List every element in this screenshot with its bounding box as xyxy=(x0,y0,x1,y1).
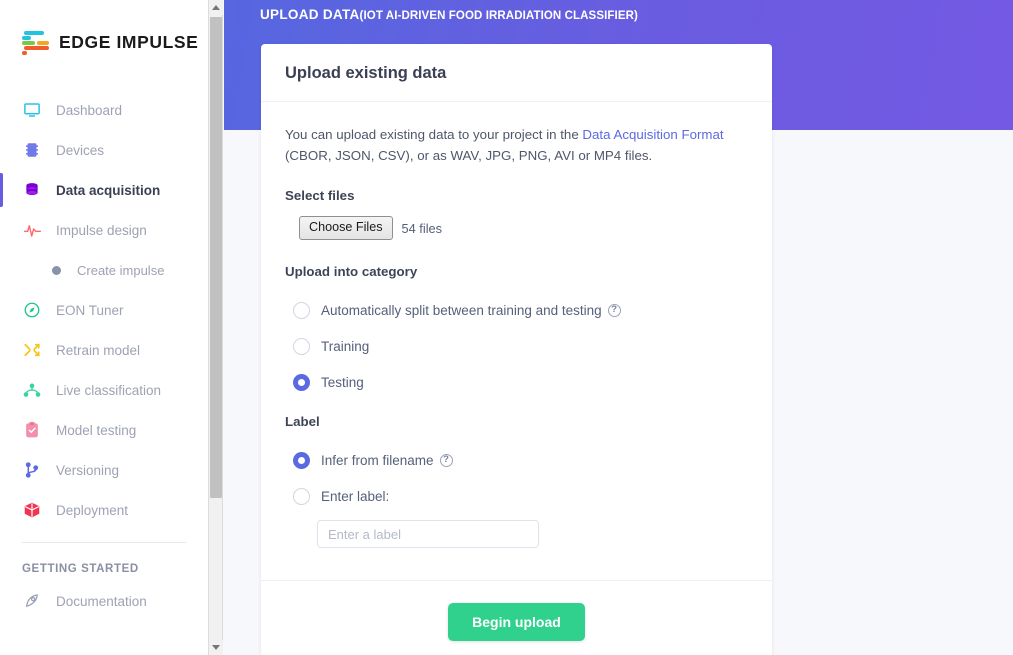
shuffle-icon xyxy=(22,340,42,360)
sidebar-item-versioning[interactable]: Versioning xyxy=(0,450,208,490)
sidebar-item-label: EON Tuner xyxy=(56,302,124,318)
monitor-icon xyxy=(22,100,42,120)
radio-row-infer-from-filename[interactable]: Infer from filename ? xyxy=(293,442,748,478)
compass-icon xyxy=(22,300,42,320)
upload-into-category-label: Upload into category xyxy=(285,264,418,279)
page-title-project: (IOT AI-DRIVEN FOOD IRRADIATION CLASSIFI… xyxy=(359,10,638,22)
sidebar-item-label: Versioning xyxy=(56,462,120,478)
sidebar-item-label: Live classification xyxy=(56,382,162,398)
sidebar-nav: Dashboard Devices Data acquisition Impul… xyxy=(0,90,208,621)
radio-label-auto-split: Automatically split between training and… xyxy=(321,303,621,318)
card-body: You can upload existing data to your pro… xyxy=(261,102,772,558)
app-root: EDGE IMPULSE Dashboard Devices Data acqu… xyxy=(0,0,1013,655)
network-icon xyxy=(22,380,42,400)
radio-training[interactable] xyxy=(293,337,310,355)
label-section-title: Label xyxy=(285,414,320,429)
chip-icon xyxy=(22,140,42,160)
page-title: UPLOAD DATA(IOT AI-DRIVEN FOOD IRRADIATI… xyxy=(224,0,1013,24)
radio-testing[interactable] xyxy=(293,373,310,391)
main-content: UPLOAD DATA(IOT AI-DRIVEN FOOD IRRADIATI… xyxy=(224,0,1013,655)
radio-text: Automatically split between training and… xyxy=(321,302,602,318)
intro-text-before: You can upload existing data to your pro… xyxy=(285,127,583,142)
sidebar-item-dashboard[interactable]: Dashboard xyxy=(0,90,208,130)
radio-label-testing: Testing xyxy=(321,375,364,390)
radio-text: Infer from filename xyxy=(321,452,434,468)
data-acquisition-format-link[interactable]: Data Acquisition Format xyxy=(582,127,723,142)
sidebar-item-label: Impulse design xyxy=(56,222,147,238)
box-icon xyxy=(22,500,42,520)
help-icon[interactable]: ? xyxy=(439,453,453,467)
sidebar-item-deployment[interactable]: Deployment xyxy=(0,490,208,530)
radio-label-enter-label: Enter label: xyxy=(321,489,389,504)
radio-row-enter-label[interactable]: Enter label: xyxy=(293,478,748,514)
help-icon[interactable]: ? xyxy=(607,303,621,317)
card-title: Upload existing data xyxy=(285,64,447,82)
radio-enter-label[interactable] xyxy=(293,487,310,505)
file-input-row: Choose Files 54 files xyxy=(299,216,748,240)
scrollbar-thumb[interactable] xyxy=(210,17,222,498)
radio-text: Training xyxy=(321,338,370,354)
sidebar-item-label: Data acquisition xyxy=(56,182,161,198)
intro-text-after: (CBOR, JSON, CSV), or as WAV, JPG, PNG, … xyxy=(285,148,653,163)
sidebar-item-impulse-design[interactable]: Impulse design xyxy=(0,210,208,250)
clipboard-check-icon xyxy=(22,420,42,440)
card-footer: Begin upload xyxy=(261,580,772,655)
radio-row-training[interactable]: Training xyxy=(293,328,748,364)
sidebar-item-label: Retrain model xyxy=(56,342,141,358)
choose-files-button[interactable]: Choose Files xyxy=(299,216,393,240)
sidebar-item-data-acquisition[interactable]: Data acquisition xyxy=(0,170,208,210)
radio-auto-split[interactable] xyxy=(293,301,310,319)
radio-row-auto-split[interactable]: Automatically split between training and… xyxy=(293,292,748,328)
label-input[interactable] xyxy=(317,520,539,548)
sidebar-subitem-label: Create impulse xyxy=(77,262,165,278)
sidebar-item-label: Dashboard xyxy=(56,102,123,118)
select-files-label: Select files xyxy=(285,188,355,203)
brand-logo[interactable]: EDGE IMPULSE xyxy=(0,0,208,60)
sidebar-section-title: GETTING STARTED xyxy=(22,563,139,575)
radio-text: Enter label: xyxy=(321,488,390,504)
selected-file-count: 54 files xyxy=(401,220,443,236)
sidebar-item-label: Deployment xyxy=(56,502,129,518)
pulse-icon xyxy=(22,220,42,240)
begin-upload-button[interactable]: Begin upload xyxy=(448,603,585,641)
page-title-text: UPLOAD DATA xyxy=(260,7,360,22)
sidebar-item-eon-tuner[interactable]: EON Tuner xyxy=(0,290,208,330)
database-icon xyxy=(22,180,42,200)
sidebar-item-label: Documentation xyxy=(56,593,147,609)
sidebar-item-label: Model testing xyxy=(56,422,137,438)
rocket-icon xyxy=(22,591,42,611)
sidebar-item-documentation[interactable]: Documentation xyxy=(0,581,208,621)
sidebar: EDGE IMPULSE Dashboard Devices Data acqu… xyxy=(0,0,208,655)
brand-name: EDGE IMPULSE xyxy=(59,31,199,52)
radio-text: Testing xyxy=(321,374,364,390)
scrollbar-up-arrow[interactable] xyxy=(209,0,223,15)
page-scrollbar[interactable] xyxy=(208,0,223,655)
scrollbar-down-arrow[interactable] xyxy=(209,640,223,655)
bullet-dot-icon xyxy=(52,265,61,275)
sidebar-item-model-testing[interactable]: Model testing xyxy=(0,410,208,450)
radio-label-infer-from-filename: Infer from filename ? xyxy=(321,453,453,468)
radio-infer-from-filename[interactable] xyxy=(293,451,310,469)
radio-row-testing[interactable]: Testing xyxy=(293,364,748,400)
sidebar-item-retrain-model[interactable]: Retrain model xyxy=(0,330,208,370)
card-header: Upload existing data xyxy=(261,44,772,102)
sidebar-item-live-classification[interactable]: Live classification xyxy=(0,370,208,410)
upload-existing-data-card: Upload existing data You can upload exis… xyxy=(261,44,772,655)
sidebar-item-create-impulse[interactable]: Create impulse xyxy=(0,250,208,290)
edge-impulse-logo-icon xyxy=(22,29,50,55)
sidebar-item-label: Devices xyxy=(56,142,105,158)
branch-icon xyxy=(22,460,42,480)
sidebar-item-devices[interactable]: Devices xyxy=(0,130,208,170)
radio-label-training: Training xyxy=(321,339,369,354)
card-intro-text: You can upload existing data to your pro… xyxy=(285,124,735,166)
